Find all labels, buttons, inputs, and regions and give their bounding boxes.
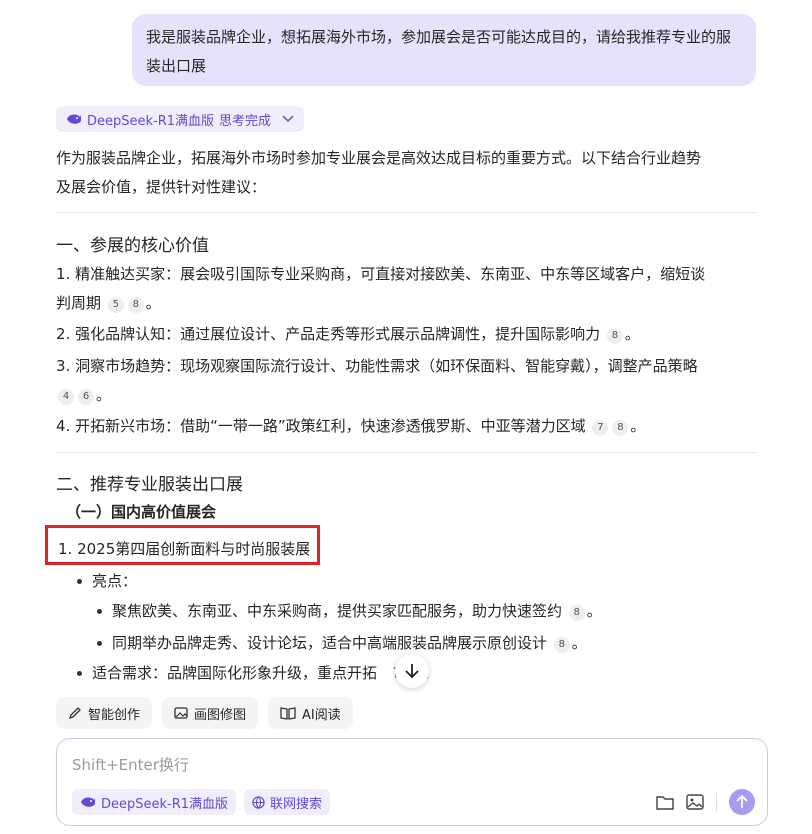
list-item-text: 2. 强化品牌认知：通过展位设计、产品走秀等形式展示品牌调性，提升国际影响力 — [56, 325, 601, 343]
citation-badge[interactable]: 7 — [592, 420, 609, 436]
composer-chips: DeepSeek-R1满血版 联网搜索 — [72, 789, 331, 815]
image-icon — [174, 707, 188, 719]
think-status: 思考完成 — [219, 113, 272, 129]
globe-icon — [252, 795, 265, 809]
model-status-chip[interactable]: DeepSeek-R1满血版 思考完成 — [56, 106, 305, 132]
divider — [56, 452, 758, 453]
list-item: 2. 强化品牌认知：通过展位设计、产品走秀等形式展示品牌调性，提升国际影响力 8… — [56, 325, 640, 344]
citation-badge[interactable]: 6 — [78, 389, 94, 405]
citation-badge[interactable]: 8 — [606, 328, 623, 344]
tool-bar: 智能创作 画图修图 AI阅读 — [56, 697, 353, 729]
whale-icon — [81, 797, 95, 807]
tool-image-edit[interactable]: 画图修图 — [162, 697, 259, 729]
citation-badge[interactable]: 4 — [58, 389, 74, 405]
section-heading: 二、推荐专业服装出口展 — [56, 475, 243, 495]
section-heading: 一、参展的核心价值 — [56, 236, 209, 256]
bullet-item: 亮点： — [76, 572, 138, 590]
chevron-down-icon[interactable] — [282, 115, 294, 123]
subsection-heading: （一）国内高价值展会 — [66, 503, 217, 521]
intro-line: 及展会价值，提供针对性建议： — [56, 178, 267, 196]
list-item-text: 4. 开拓新兴市场：借助“一带一路”政策红利，快速渗透俄罗斯、中亚等潜力区域 — [56, 417, 586, 435]
bullet-text: 聚焦欧美、东南亚、中东采购商，提供买家匹配服务，助力快速签约 — [112, 602, 563, 620]
image-upload-icon[interactable] — [686, 794, 704, 810]
book-icon — [280, 707, 296, 720]
bullet-item: 适合需求：品牌国际化形象升级，重点开拓市场。 — [76, 662, 438, 684]
scroll-down-button[interactable] — [395, 654, 429, 688]
divider — [56, 212, 758, 213]
list-item: 4. 开拓新兴市场：借助“一带一路”政策红利，快速渗透俄罗斯、中亚等潜力区域 7… — [56, 417, 646, 436]
intro-paragraph: 作为服装品牌企业，拓展海外市场时参加专业展会是高效达成目标的重要方式。以下结合行… — [56, 144, 756, 202]
model-name: DeepSeek-R1满血版 — [87, 113, 215, 129]
citation-badge[interactable]: 8 — [553, 637, 570, 653]
tool-ai-reading[interactable]: AI阅读 — [268, 697, 353, 729]
send-button[interactable] — [729, 789, 755, 815]
model-select-label: DeepSeek-R1满血版 — [101, 796, 229, 812]
list-item: 1. 精准触达买家：展会吸引国际专业采购商，可直接对接欧美、东南亚、中东等区域客… — [56, 260, 761, 318]
citation-badge[interactable]: 8 — [127, 297, 144, 313]
bullet-item: 同期举办品牌走秀、设计论坛，适合中高端服装品牌展示原创设计 8。 — [97, 634, 587, 653]
tool-smart-writing[interactable]: 智能创作 — [56, 697, 153, 729]
tool-label: 智能创作 — [88, 707, 141, 723]
tool-label: 画图修图 — [194, 707, 247, 723]
bullet-text: 同期举办品牌走秀、设计论坛，适合中高端服装品牌展示原创设计 — [112, 634, 548, 652]
composer-placeholder[interactable]: Shift+Enter换行 — [72, 754, 189, 775]
message-composer[interactable]: Shift+Enter换行 DeepSeek-R1满血版 联网搜索 — [56, 738, 768, 826]
citation-badge[interactable]: 8 — [568, 605, 585, 621]
composer-actions — [656, 789, 755, 815]
list-item: 3. 洞察市场趋势：现场观察国际流行设计、功能性需求（如环保面料、智能穿戴），调… — [56, 352, 761, 410]
citation-badge[interactable]: 5 — [107, 297, 124, 313]
folder-icon[interactable] — [656, 795, 674, 810]
web-search-toggle[interactable]: 联网搜索 — [244, 789, 331, 815]
user-message-text: 我是服装品牌企业，想拓展海外市场，参加展会是否可能达成目的，请给我推荐专业的服装… — [146, 28, 732, 75]
list-item-text: 3. 洞察市场趋势：现场观察国际流行设计、功能性需求（如环保面料、智能穿戴），调… — [56, 357, 698, 375]
list-item-text: 1. 精准触达买家：展会吸引国际专业采购商，可直接对接欧美、东南亚、中东等区域客… — [56, 265, 706, 283]
arrow-up-icon — [736, 795, 748, 808]
divider — [716, 793, 717, 811]
citation-badge[interactable]: 8 — [612, 420, 629, 436]
pen-icon — [68, 707, 81, 720]
model-select-chip[interactable]: DeepSeek-R1满血版 — [72, 789, 237, 815]
web-search-label: 联网搜索 — [270, 796, 323, 812]
tool-label: AI阅读 — [302, 707, 341, 723]
whale-icon — [67, 114, 81, 124]
arrow-down-icon — [405, 664, 419, 679]
bullet-text: 适合需求：品牌国际化形象升级，重点开拓 — [92, 664, 378, 682]
exhibition-title: 1. 2025第四届创新面料与时尚服装展 — [58, 540, 311, 558]
bullet-item: 聚焦欧美、东南亚、中东采购商，提供买家匹配服务，助力快速签约 8。 — [97, 602, 602, 621]
list-item-text: 判周期 — [56, 294, 102, 312]
intro-line: 作为服装品牌企业，拓展海外市场时参加专业展会是高效达成目标的重要方式。以下结合行… — [56, 149, 702, 167]
user-message-bubble: 我是服装品牌企业，想拓展海外市场，参加展会是否可能达成目的，请给我推荐专业的服装… — [132, 14, 756, 86]
